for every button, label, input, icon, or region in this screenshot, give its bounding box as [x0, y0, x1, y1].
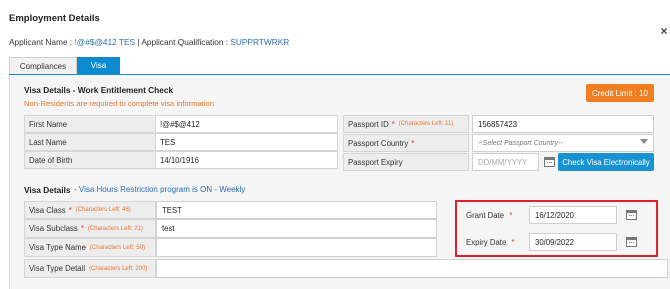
expiry-date-required: * [511, 238, 515, 247]
visa-subclass-required: * [80, 224, 84, 233]
visa-type-detail-label: Visa Type Detail (Characters Left: 200) [24, 259, 156, 278]
visa-class-hint: (Characters Left: 46) [75, 207, 131, 213]
visa-details-title: Visa Details [24, 185, 71, 195]
applicant-separator: | [137, 37, 140, 47]
visa-type-name-label: Visa Type Name (Characters Left: 50) [24, 238, 156, 257]
tab-compliances[interactable]: Compliances [9, 57, 77, 74]
passport-id-label: Passport ID * (Characters Left: 11) [343, 115, 469, 133]
visa-subclass-input[interactable]: test [156, 219, 437, 238]
expiry-date-label-text: Expiry Date [466, 238, 507, 247]
dob-value: 14/10/1916 [155, 151, 338, 169]
passport-country-label: Passport Country * [343, 134, 469, 152]
first-name-label: First Name [24, 115, 156, 133]
passport-country-required: * [411, 138, 415, 148]
header: Employment Details × Applicant Name : !@… [0, 0, 670, 54]
expiry-date-label: Expiry Date * [466, 238, 515, 247]
grant-date-label: Grant Date * [466, 211, 512, 220]
tab-visa[interactable]: Visa [77, 57, 120, 74]
visa-type-name-hint: (Characters Left: 50) [89, 244, 145, 251]
passport-id-hint: (Characters Left: 11) [398, 121, 454, 127]
applicant-info: Applicant Name : !@#$@412 TES | Applican… [9, 37, 289, 47]
grant-date-label-text: Grant Date [466, 211, 505, 220]
passport-country-placeholder: --Select Passport Country-- [478, 139, 563, 147]
non-resident-note: Non-Residents are required to complete v… [24, 99, 214, 108]
visa-type-detail-hint: (Characters Left: 200) [89, 265, 148, 272]
passport-country-select[interactable]: --Select Passport Country-- [472, 134, 654, 152]
visa-type-name-label-text: Visa Type Name [29, 243, 86, 252]
visa-type-detail-input[interactable] [156, 259, 668, 278]
credit-limit-button[interactable]: Credit Limit : 10 [586, 84, 654, 102]
visa-subclass-label-text: Visa Subclass [29, 224, 78, 233]
chevron-down-icon [640, 139, 648, 144]
visa-class-input[interactable]: TEST [156, 201, 437, 219]
visa-class-label-text: Visa Class [29, 205, 66, 215]
applicant-qual-label: Applicant Qualification : [141, 37, 229, 47]
visa-subclass-hint: (Characters Left: 21) [87, 225, 143, 232]
passport-id-label-text: Passport ID [348, 119, 389, 129]
passport-id-required: * [391, 119, 395, 129]
visa-type-name-input[interactable] [156, 238, 437, 257]
calendar-icon[interactable] [626, 210, 637, 220]
last-name-value: TES [155, 133, 338, 151]
passport-expiry-input[interactable]: DD/MM/YYYY [472, 153, 539, 171]
passport-expiry-placeholder: DD/MM/YYYY [478, 157, 528, 167]
visa-subclass-label: Visa Subclass * (Characters Left: 21) [24, 219, 156, 238]
last-name-label: Last Name [24, 133, 156, 151]
first-name-value: !@#$@412 [155, 115, 338, 133]
visa-class-required: * [68, 205, 72, 215]
passport-country-label-text: Passport Country [348, 138, 409, 148]
visa-class-label: Visa Class * (Characters Left: 46) [24, 201, 156, 219]
applicant-name-label: Applicant Name : [9, 37, 73, 47]
applicant-qual-value: SUPPRTWRKR [230, 37, 290, 47]
grant-date-input[interactable]: 16/12/2020 [529, 206, 617, 224]
page-title: Employment Details [9, 13, 100, 24]
dob-label: Date of Birth [24, 151, 156, 169]
passport-expiry-label: Passport Expiry [343, 153, 469, 171]
visa-hours-restriction-note: - Visa Hours Restriction program is ON -… [74, 185, 246, 194]
calendar-icon[interactable] [544, 157, 555, 167]
visa-type-detail-label-text: Visa Type Detail [29, 264, 86, 273]
passport-id-input[interactable]: 156857423 [472, 115, 654, 133]
check-visa-button[interactable]: Check Visa Electronically [558, 153, 654, 171]
visa-check-title: Visa Details - Work Entitlement Check [24, 85, 174, 95]
expiry-date-input[interactable]: 30/09/2022 [529, 233, 617, 251]
close-icon[interactable]: × [658, 24, 670, 38]
calendar-icon[interactable] [626, 237, 637, 247]
applicant-name-value: !@#$@412 TES [74, 37, 136, 47]
grant-date-required: * [509, 211, 513, 220]
